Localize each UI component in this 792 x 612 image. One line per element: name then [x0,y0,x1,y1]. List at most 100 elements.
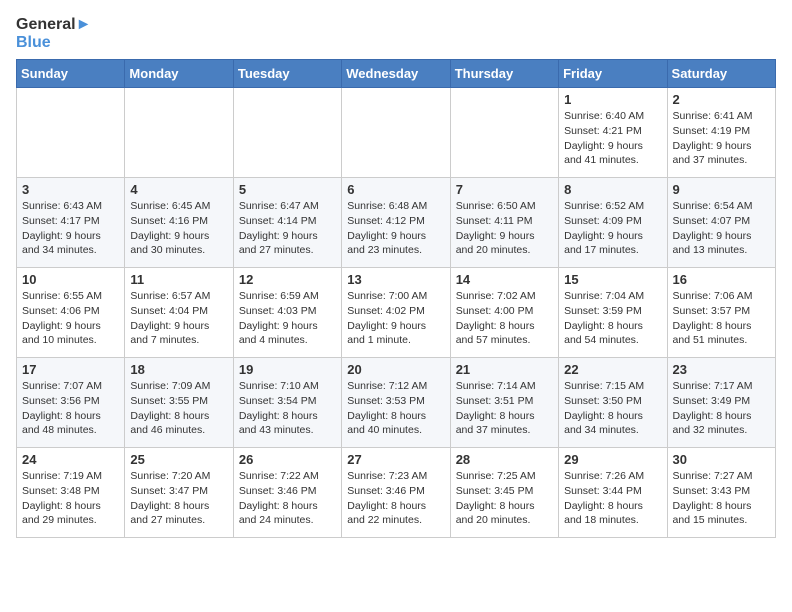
day-of-week-header: Thursday [450,60,558,88]
day-info: Sunrise: 7:19 AM Sunset: 3:48 PM Dayligh… [22,469,119,528]
day-info: Sunrise: 7:06 AM Sunset: 3:57 PM Dayligh… [673,289,770,348]
calendar-cell: 16 Sunrise: 7:06 AM Sunset: 3:57 PM Dayli… [667,268,775,358]
calendar-cell: 3 Sunrise: 6:43 AM Sunset: 4:17 PM Daylig… [17,178,125,268]
calendar-cell [125,88,233,178]
day-info: Sunrise: 6:54 AM Sunset: 4:07 PM Dayligh… [673,199,770,258]
calendar-cell: 6 Sunrise: 6:48 AM Sunset: 4:12 PM Daylig… [342,178,450,268]
calendar-cell: 4Sunrise: 6:45 AM Sunset: 4:16 PM Daylig… [125,178,233,268]
page-header: General► Blue [16,16,776,51]
day-info: Sunrise: 7:20 AM Sunset: 3:47 PM Dayligh… [130,469,227,528]
day-number: 16 [673,272,770,287]
calendar-cell: 28 Sunrise: 7:25 AM Sunset: 3:45 PM Dayli… [450,448,558,538]
day-number: 21 [456,362,553,377]
day-info: Sunrise: 7:27 AM Sunset: 3:43 PM Dayligh… [673,469,770,528]
calendar-cell: 19 Sunrise: 7:10 AM Sunset: 3:54 PM Dayli… [233,358,341,448]
calendar-week-row: 3 Sunrise: 6:43 AM Sunset: 4:17 PM Daylig… [17,178,776,268]
calendar-cell: 1Sunrise: 6:40 AM Sunset: 4:21 PM Daylig… [559,88,667,178]
calendar-cell [17,88,125,178]
day-info: Sunrise: 6:55 AM Sunset: 4:06 PM Dayligh… [22,289,119,348]
day-of-week-header: Sunday [17,60,125,88]
calendar-cell: 9 Sunrise: 6:54 AM Sunset: 4:07 PM Daylig… [667,178,775,268]
calendar-cell [342,88,450,178]
calendar-cell: 12 Sunrise: 6:59 AM Sunset: 4:03 PM Dayli… [233,268,341,358]
day-info: Sunrise: 7:15 AM Sunset: 3:50 PM Dayligh… [564,379,661,438]
day-of-week-header: Wednesday [342,60,450,88]
calendar-cell: 30 Sunrise: 7:27 AM Sunset: 3:43 PM Dayli… [667,448,775,538]
day-info: Sunrise: 7:07 AM Sunset: 3:56 PM Dayligh… [22,379,119,438]
calendar-cell: 26 Sunrise: 7:22 AM Sunset: 3:46 PM Dayli… [233,448,341,538]
day-number: 28 [456,452,553,467]
day-info: Sunrise: 6:43 AM Sunset: 4:17 PM Dayligh… [22,199,119,258]
day-number: 22 [564,362,661,377]
calendar-week-row: 1Sunrise: 6:40 AM Sunset: 4:21 PM Daylig… [17,88,776,178]
day-info: Sunrise: 7:12 AM Sunset: 3:53 PM Dayligh… [347,379,444,438]
day-info: Sunrise: 7:25 AM Sunset: 3:45 PM Dayligh… [456,469,553,528]
calendar-cell: 29 Sunrise: 7:26 AM Sunset: 3:44 PM Dayli… [559,448,667,538]
day-number: 30 [673,452,770,467]
calendar-cell: 7Sunrise: 6:50 AM Sunset: 4:11 PM Daylig… [450,178,558,268]
day-number: 13 [347,272,444,287]
day-number: 6 [347,182,444,197]
calendar-week-row: 17 Sunrise: 7:07 AM Sunset: 3:56 PM Dayli… [17,358,776,448]
day-number: 15 [564,272,661,287]
day-number: 2 [673,92,770,107]
day-info: Sunrise: 6:47 AM Sunset: 4:14 PM Dayligh… [239,199,336,258]
day-info: Sunrise: 7:10 AM Sunset: 3:54 PM Dayligh… [239,379,336,438]
day-info: Sunrise: 7:22 AM Sunset: 3:46 PM Dayligh… [239,469,336,528]
day-number: 29 [564,452,661,467]
calendar-cell: 27Sunrise: 7:23 AM Sunset: 3:46 PM Dayli… [342,448,450,538]
day-info: Sunrise: 6:52 AM Sunset: 4:09 PM Dayligh… [564,199,661,258]
day-number: 24 [22,452,119,467]
day-number: 25 [130,452,227,467]
calendar-cell: 23Sunrise: 7:17 AM Sunset: 3:49 PM Dayli… [667,358,775,448]
day-of-week-header: Saturday [667,60,775,88]
day-number: 8 [564,182,661,197]
day-info: Sunrise: 6:59 AM Sunset: 4:03 PM Dayligh… [239,289,336,348]
calendar-table: SundayMondayTuesdayWednesdayThursdayFrid… [16,59,776,538]
calendar-week-row: 24 Sunrise: 7:19 AM Sunset: 3:48 PM Dayli… [17,448,776,538]
day-info: Sunrise: 6:50 AM Sunset: 4:11 PM Dayligh… [456,199,553,258]
day-number: 18 [130,362,227,377]
calendar-cell: 17 Sunrise: 7:07 AM Sunset: 3:56 PM Dayli… [17,358,125,448]
day-info: Sunrise: 6:48 AM Sunset: 4:12 PM Dayligh… [347,199,444,258]
calendar-cell: 13 Sunrise: 7:00 AM Sunset: 4:02 PM Dayli… [342,268,450,358]
calendar-cell [450,88,558,178]
day-info: Sunrise: 7:26 AM Sunset: 3:44 PM Dayligh… [564,469,661,528]
day-number: 26 [239,452,336,467]
day-number: 10 [22,272,119,287]
calendar-cell [233,88,341,178]
calendar-cell: 5Sunrise: 6:47 AM Sunset: 4:14 PM Daylig… [233,178,341,268]
calendar-cell: 25 Sunrise: 7:20 AM Sunset: 3:47 PM Dayli… [125,448,233,538]
calendar-cell: 22 Sunrise: 7:15 AM Sunset: 3:50 PM Dayli… [559,358,667,448]
calendar-cell: 21 Sunrise: 7:14 AM Sunset: 3:51 PM Dayli… [450,358,558,448]
calendar-week-row: 10 Sunrise: 6:55 AM Sunset: 4:06 PM Dayli… [17,268,776,358]
calendar-cell: 14 Sunrise: 7:02 AM Sunset: 4:00 PM Dayli… [450,268,558,358]
day-info: Sunrise: 7:14 AM Sunset: 3:51 PM Dayligh… [456,379,553,438]
day-info: Sunrise: 7:00 AM Sunset: 4:02 PM Dayligh… [347,289,444,348]
day-number: 27 [347,452,444,467]
day-number: 19 [239,362,336,377]
day-number: 20 [347,362,444,377]
day-of-week-header: Friday [559,60,667,88]
day-info: Sunrise: 7:02 AM Sunset: 4:00 PM Dayligh… [456,289,553,348]
logo-text: General► Blue [16,16,91,51]
day-info: Sunrise: 7:04 AM Sunset: 3:59 PM Dayligh… [564,289,661,348]
calendar-cell: 10 Sunrise: 6:55 AM Sunset: 4:06 PM Dayli… [17,268,125,358]
day-number: 14 [456,272,553,287]
day-number: 12 [239,272,336,287]
logo: General► Blue [16,16,91,51]
day-number: 9 [673,182,770,197]
calendar-cell: 11Sunrise: 6:57 AM Sunset: 4:04 PM Dayli… [125,268,233,358]
day-info: Sunrise: 7:09 AM Sunset: 3:55 PM Dayligh… [130,379,227,438]
calendar-cell: 8 Sunrise: 6:52 AM Sunset: 4:09 PM Daylig… [559,178,667,268]
day-info: Sunrise: 6:40 AM Sunset: 4:21 PM Dayligh… [564,109,661,168]
day-number: 11 [130,272,227,287]
calendar-cell: 2Sunrise: 6:41 AM Sunset: 4:19 PM Daylig… [667,88,775,178]
calendar-cell: 24 Sunrise: 7:19 AM Sunset: 3:48 PM Dayli… [17,448,125,538]
day-number: 3 [22,182,119,197]
day-info: Sunrise: 7:17 AM Sunset: 3:49 PM Dayligh… [673,379,770,438]
calendar-cell: 18 Sunrise: 7:09 AM Sunset: 3:55 PM Dayli… [125,358,233,448]
day-number: 17 [22,362,119,377]
day-number: 4 [130,182,227,197]
calendar-cell: 15 Sunrise: 7:04 AM Sunset: 3:59 PM Dayli… [559,268,667,358]
